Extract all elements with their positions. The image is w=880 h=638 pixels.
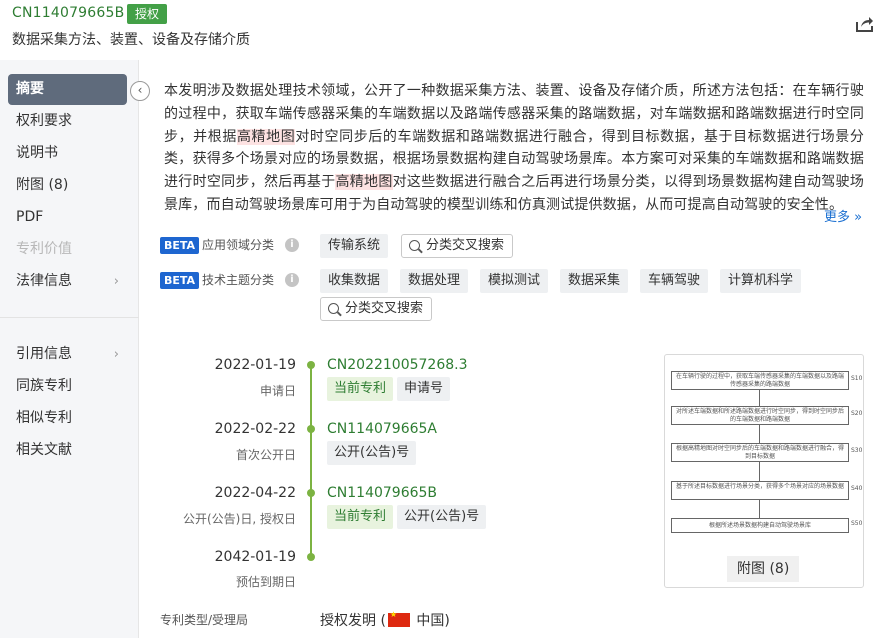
timeline-date-label: 预估到期日 (235, 575, 296, 589)
flowchart-step-code: S20 (851, 410, 863, 417)
sidebar-item-abstract[interactable]: 摘要 (8, 74, 127, 105)
share-icon[interactable] (856, 15, 874, 33)
flowchart-step: 根据所述场景数据构建自动驾驶场景库 (671, 518, 849, 533)
figure-card[interactable]: 在车辆行驶的过程中，获取车端传感器采集的车端数据以及路端传感器采集的路端数据 S… (664, 354, 864, 588)
sidebar-item-label: 法律信息 (16, 273, 72, 289)
chevron-right-icon: › (113, 274, 119, 289)
flowchart-step-code: S10 (851, 375, 863, 382)
figure-caption[interactable]: 附图 (8) (727, 556, 800, 582)
timeline-dot (307, 361, 315, 369)
patent-type-close: ) (444, 613, 450, 629)
info-icon[interactable]: i (285, 238, 299, 252)
patent-header: CN114079665B 授权 数据采集方法、装置、设备及存储介质 (0, 0, 880, 60)
sidebar-nav: 摘要 权利要求 说明书 附图 (8) PDF 专利价值 法律信息 › 引用信息 … (0, 60, 139, 638)
flowchart-step-code: S40 (851, 485, 863, 492)
highlight-term: 高精地图 (335, 174, 393, 191)
domain-classification-label: 应用领域分类 (202, 238, 275, 252)
sidebar-item-related-docs[interactable]: 相关文献 (8, 435, 127, 466)
flowchart-step: 对所述车端数据和所述路端数据进行时空同步，得到时空同步后的车端数据和路端数据 (671, 406, 849, 425)
timeline-dot (307, 425, 315, 433)
more-link[interactable]: 更多 » (824, 206, 862, 225)
classification-tag[interactable]: 车辆驾驶 (640, 269, 709, 293)
sidebar-item-citations[interactable]: 引用信息 › (8, 339, 127, 370)
flowchart-arrow (759, 425, 760, 443)
classification-tag[interactable]: 数据处理 (400, 269, 469, 293)
chevron-right-icon: › (113, 347, 119, 362)
abstract-text: 本发明涉及数据处理技术领域，公开了一种数据采集方法、装置、设备及存储介质，所述方… (164, 80, 864, 217)
timeline-date: 2022-01-19 (214, 357, 296, 373)
more-label: 更多 (824, 210, 851, 225)
timeline-date-label: 公开(公告)日, 授权日 (183, 512, 296, 526)
sidebar-item-family[interactable]: 同族专利 (8, 371, 127, 402)
current-patent-tag: 当前专利 (327, 505, 394, 529)
beta-badge: BETA (160, 237, 200, 254)
timeline-dot (307, 553, 315, 561)
status-badge: 授权 (127, 4, 168, 24)
cross-search-button[interactable]: 分类交叉搜索 (401, 234, 514, 258)
chevron-left-icon: ‹ (137, 83, 143, 97)
sidebar-item-similar[interactable]: 相似专利 (8, 403, 127, 434)
sidebar-item-description[interactable]: 说明书 (8, 138, 127, 169)
patent-title: 数据采集方法、装置、设备及存储介质 (12, 32, 250, 48)
classification-tag[interactable]: 计算机科学 (720, 269, 802, 293)
sidebar-divider (0, 317, 139, 318)
number-type-tag: 公开(公告)号 (397, 505, 487, 529)
timeline-date: 2022-02-22 (214, 421, 296, 437)
timeline-date-label: 首次公开日 (235, 448, 296, 462)
cross-search-label: 分类交叉搜索 (345, 301, 424, 316)
flowchart-arrow (759, 390, 760, 406)
cross-search-button[interactable]: 分类交叉搜索 (320, 297, 433, 321)
timeline-date: 2022-04-22 (214, 485, 296, 501)
flowchart-step-code: S50 (851, 520, 863, 527)
publication-number-link[interactable]: CN114079665A (327, 421, 437, 437)
info-icon[interactable]: i (285, 273, 299, 287)
flowchart-step-code: S30 (851, 447, 863, 454)
topic-classification-label: 技术主题分类 (202, 273, 275, 287)
timeline-date: 2042-01-19 (214, 549, 296, 565)
grant-number-link[interactable]: CN114079665B (327, 485, 437, 501)
timeline-date-label: 申请日 (259, 384, 296, 398)
sidebar-item-legal-info[interactable]: 法律信息 › (8, 266, 127, 297)
china-flag-icon (387, 610, 410, 627)
highlight-term: 高精地图 (236, 128, 296, 145)
patent-type-text: 授权发明 ( (320, 613, 386, 629)
flowchart-arrow (759, 462, 760, 481)
timeline-line (310, 365, 312, 558)
classification-tag[interactable]: 数据采集 (560, 269, 629, 293)
number-type-tag: 申请号 (397, 377, 451, 401)
flowchart-step: 根据高精地图对时空同步后的车端数据和路端数据进行融合，得到目标数据 (671, 443, 849, 462)
office-country: 中国 (416, 613, 445, 629)
cross-search-label: 分类交叉搜索 (426, 238, 505, 253)
classification-tag[interactable]: 模拟测试 (480, 269, 549, 293)
domain-classification-row: BETA 应用领域分类 i 传输系统 分类交叉搜索 (160, 234, 560, 258)
sidebar-item-patent-value: 专利价值 (16, 241, 72, 257)
number-type-tag: 公开(公告)号 (327, 441, 417, 465)
sidebar-item-label: 引用信息 (16, 346, 72, 362)
patent-type-value: 授权发明 ( 中国) (320, 610, 450, 630)
sidebar-item-figures[interactable]: 附图 (8) (8, 170, 127, 201)
collapse-sidebar-button[interactable]: ‹ (130, 81, 150, 101)
sidebar-item-pdf[interactable]: PDF (8, 202, 127, 233)
double-chevron-right-icon: » (854, 210, 863, 225)
classification-tag[interactable]: 传输系统 (320, 234, 389, 258)
topic-classification-row: BETA 技术主题分类 i 收集数据 数据处理 模拟测试 数据采集 车辆驾驶 计… (160, 269, 860, 293)
patent-number[interactable]: CN114079665B (12, 5, 124, 21)
flowchart-arrow (759, 500, 760, 518)
sidebar-item-claims[interactable]: 权利要求 (8, 106, 127, 137)
timeline-dot (307, 489, 315, 497)
flowchart-step: 基于所述目标数据进行场景分类，获得多个场景对应的场景数据 (671, 481, 849, 500)
flowchart-step: 在车辆行驶的过程中，获取车端传感器采集的车端数据以及路端传感器采集的路端数据 (671, 371, 849, 390)
beta-badge: BETA (160, 272, 200, 289)
search-icon (328, 303, 339, 314)
classification-tag[interactable]: 收集数据 (320, 269, 389, 293)
application-number-link[interactable]: CN202210057268.3 (327, 357, 468, 373)
search-icon (409, 240, 420, 251)
patent-type-label: 专利类型/受理局 (160, 613, 249, 627)
current-patent-tag: 当前专利 (327, 377, 394, 401)
